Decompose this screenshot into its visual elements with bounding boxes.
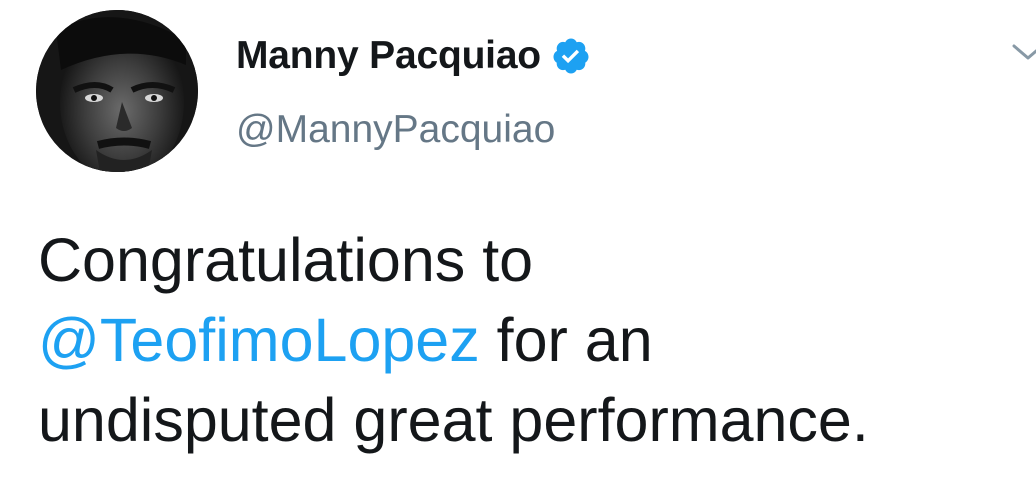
chevron-down-icon[interactable] (1008, 36, 1036, 68)
tweet-text: Congratulations to @TeofimoLopez for an un… (38, 220, 1018, 460)
verified-badge-icon (551, 36, 591, 76)
name-row: Manny Pacquiao (236, 32, 591, 80)
avatar[interactable] (36, 10, 198, 172)
tweet-header: Manny Pacquiao (236, 32, 591, 80)
tweet-card: Manny Pacquiao @MannyPacquiao Congratula… (0, 0, 1036, 495)
tweet-text-line3: undisputed great performance. (38, 386, 869, 454)
display-name[interactable]: Manny Pacquiao (236, 34, 541, 78)
avatar-photo (36, 10, 198, 172)
user-handle[interactable]: @MannyPacquiao (236, 108, 555, 152)
tweet-text-line1: Congratulations to (38, 226, 534, 294)
mention-link[interactable]: @TeofimoLopez (38, 306, 480, 374)
tweet-text-line2: for an (479, 306, 653, 374)
